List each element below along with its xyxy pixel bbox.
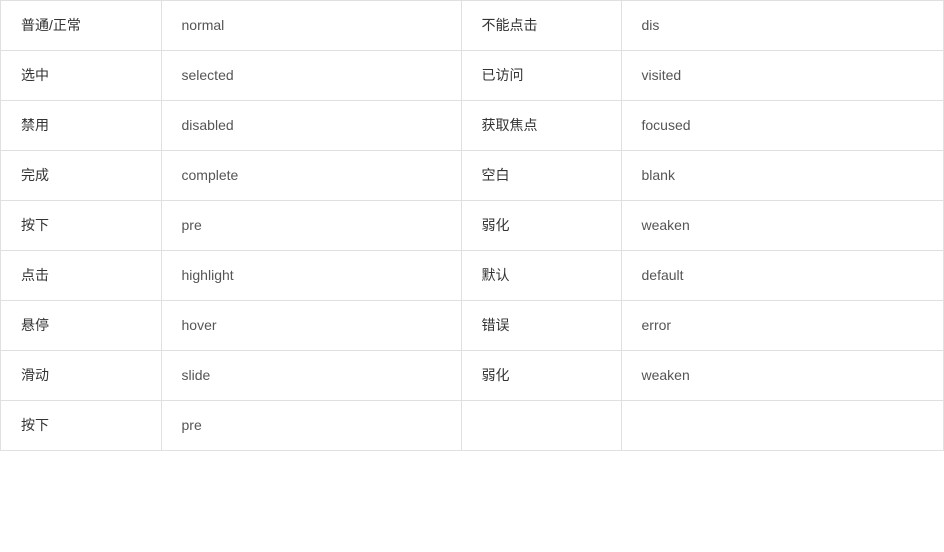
cell-row7-col0: 滑动 (1, 351, 161, 401)
table-row: 禁用disabled获取焦点focused (1, 101, 944, 151)
table-row: 悬停hover错误error (1, 301, 944, 351)
cell-row3-col1: complete (161, 151, 461, 201)
table-row: 滑动slide弱化weaken (1, 351, 944, 401)
table-row: 完成complete空白blank (1, 151, 944, 201)
cell-row0-col3: dis (621, 1, 944, 51)
table-row: 选中selected已访问visited (1, 51, 944, 101)
cell-row6-col1: hover (161, 301, 461, 351)
cell-row7-col1: slide (161, 351, 461, 401)
cell-row8-col1: pre (161, 401, 461, 451)
cell-row5-col0: 点击 (1, 251, 161, 301)
cell-row2-col3: focused (621, 101, 944, 151)
cell-row0-col0: 普通/正常 (1, 1, 161, 51)
cell-row3-col3: blank (621, 151, 944, 201)
table-row: 按下pre (1, 401, 944, 451)
cell-row5-col2: 默认 (461, 251, 621, 301)
cell-row2-col0: 禁用 (1, 101, 161, 151)
cell-row4-col0: 按下 (1, 201, 161, 251)
cell-row4-col2: 弱化 (461, 201, 621, 251)
cell-row1-col3: visited (621, 51, 944, 101)
cell-row4-col3: weaken (621, 201, 944, 251)
table-row: 点击highlight默认default (1, 251, 944, 301)
cell-row7-col3: weaken (621, 351, 944, 401)
cell-row6-col0: 悬停 (1, 301, 161, 351)
cell-row3-col0: 完成 (1, 151, 161, 201)
table-row: 普通/正常normal不能点击dis (1, 1, 944, 51)
cell-row1-col1: selected (161, 51, 461, 101)
cell-row1-col0: 选中 (1, 51, 161, 101)
table-row: 按下pre弱化weaken (1, 201, 944, 251)
cell-row2-col2: 获取焦点 (461, 101, 621, 151)
cell-row3-col2: 空白 (461, 151, 621, 201)
cell-row7-col2: 弱化 (461, 351, 621, 401)
cell-row4-col1: pre (161, 201, 461, 251)
state-table: 普通/正常normal不能点击dis选中selected已访问visited禁用… (0, 0, 944, 451)
cell-row0-col2: 不能点击 (461, 1, 621, 51)
cell-row5-col3: default (621, 251, 944, 301)
cell-row5-col1: highlight (161, 251, 461, 301)
cell-row0-col1: normal (161, 1, 461, 51)
cell-row8-col0: 按下 (1, 401, 161, 451)
cell-row1-col2: 已访问 (461, 51, 621, 101)
cell-row6-col3: error (621, 301, 944, 351)
cell-row8-col2 (461, 401, 621, 451)
cell-row6-col2: 错误 (461, 301, 621, 351)
cell-row2-col1: disabled (161, 101, 461, 151)
cell-row8-col3 (621, 401, 944, 451)
